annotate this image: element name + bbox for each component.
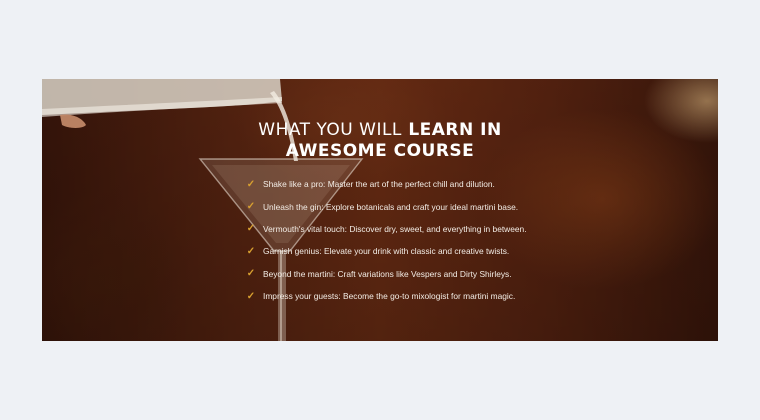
title-bold-text: LEARN IN — [408, 120, 502, 140]
check-icon: ✓ — [246, 290, 256, 302]
feature-text: Unleash the gin: Explore botanicals and … — [263, 201, 519, 212]
feature-text: Vermouth's vital touch: Discover dry, sw… — [263, 223, 527, 234]
check-icon: ✓ — [246, 245, 256, 257]
features-list: ✓ Shake like a pro: Master the art of th… — [244, 173, 527, 307]
check-icon: ✓ — [246, 201, 256, 213]
feature-item: ✓ Unleash the gin: Explore botanicals an… — [244, 195, 527, 217]
feature-text: Beyond the martini: Craft variations lik… — [263, 268, 512, 279]
feature-text: Impress your guests: Become the go-to mi… — [263, 291, 516, 302]
feature-item: ✓ Shake like a pro: Master the art of th… — [244, 173, 527, 195]
course-features-banner: WHAT YOU WILL LEARN IN AWESOME COURSE ✓ … — [42, 79, 718, 341]
features-content: WHAT YOU WILL LEARN IN AWESOME COURSE ✓ … — [42, 79, 718, 341]
feature-text: Garnish genius: Elevate your drink with … — [263, 246, 510, 257]
feature-item: ✓ Garnish genius: Elevate your drink wit… — [244, 240, 527, 262]
section-title-line2: AWESOME COURSE — [285, 141, 475, 161]
feature-item: ✓ Impress your guests: Become the go-to … — [244, 285, 527, 307]
feature-item: ✓ Beyond the martini: Craft variations l… — [244, 263, 527, 285]
title-light-text: WHAT YOU WILL — [258, 120, 402, 140]
check-icon: ✓ — [246, 268, 256, 280]
check-icon: ✓ — [246, 223, 256, 235]
feature-item: ✓ Vermouth's vital touch: Discover dry, … — [244, 218, 527, 240]
feature-text: Shake like a pro: Master the art of the … — [263, 179, 495, 190]
check-icon: ✓ — [246, 178, 256, 190]
section-title: WHAT YOU WILL LEARN IN — [42, 119, 718, 141]
